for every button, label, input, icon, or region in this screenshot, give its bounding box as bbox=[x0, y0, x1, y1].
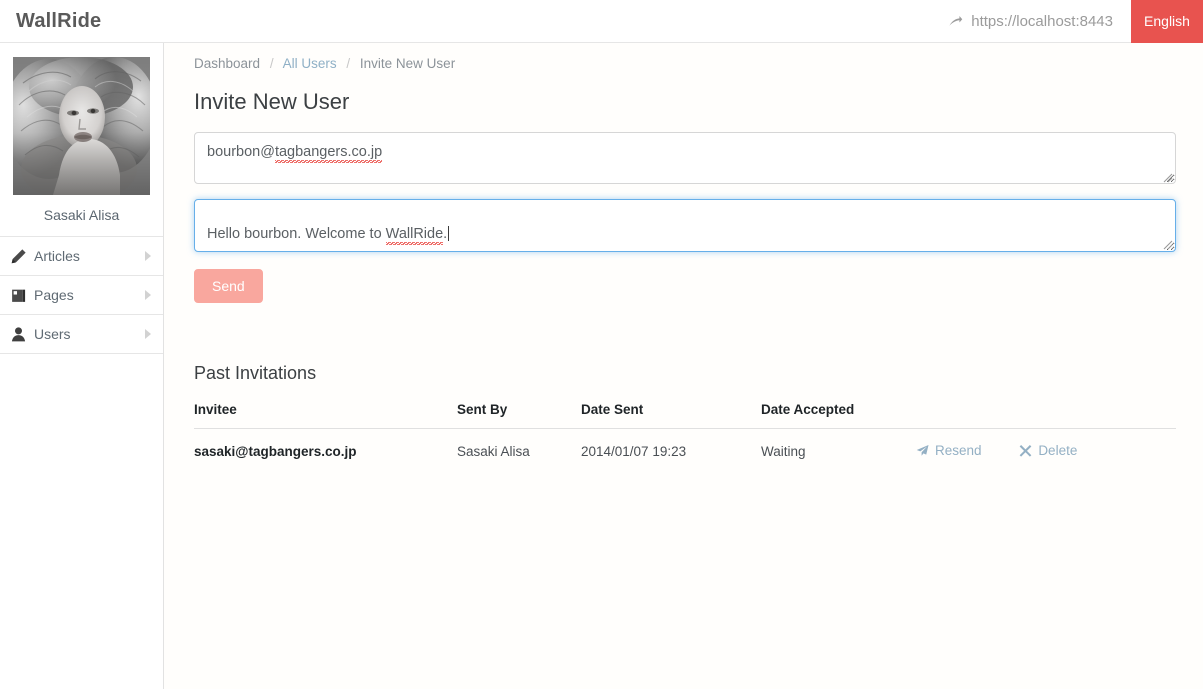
breadcrumb-separator: / bbox=[346, 56, 351, 71]
cell-date-sent: 2014/01/07 19:23 bbox=[581, 444, 687, 459]
sidebar-item-pages[interactable]: Pages bbox=[0, 276, 163, 315]
send-invite-button[interactable]: Send bbox=[194, 269, 263, 303]
invitee-email-input[interactable] bbox=[194, 132, 1176, 184]
past-invitations-title: Past Invitations bbox=[194, 363, 317, 383]
sidebar-item-label: Users bbox=[34, 326, 71, 342]
main-content: Dashboard / All Users / Invite New User … bbox=[165, 43, 1203, 689]
cell-row-actions: Resend Delete bbox=[916, 429, 1176, 474]
table-header-row: Invitee Sent By Date Sent Date Accepted bbox=[194, 402, 1176, 429]
email-field-wrapper: bourbon@tagbangers.co.jp bbox=[194, 132, 1176, 184]
header-right-group: https://localhost:8443 English bbox=[948, 0, 1203, 43]
breadcrumb: Dashboard / All Users / Invite New User bbox=[165, 43, 1203, 71]
breadcrumb-dashboard[interactable]: Dashboard bbox=[194, 56, 260, 71]
past-invitations-table: Invitee Sent By Date Sent Date Accepted … bbox=[194, 402, 1176, 473]
delete-invitation-link[interactable]: Delete bbox=[1019, 443, 1077, 458]
invite-message-input[interactable] bbox=[194, 199, 1176, 252]
invite-form: bourbon@tagbangers.co.jp Hello bourbon. … bbox=[194, 132, 1176, 252]
avatar[interactable] bbox=[13, 57, 150, 195]
site-url-text: https://localhost:8443 bbox=[971, 12, 1113, 30]
language-switch-button[interactable]: English bbox=[1131, 0, 1203, 43]
column-header-actions bbox=[916, 402, 1176, 429]
site-url-link[interactable]: https://localhost:8443 bbox=[948, 0, 1131, 43]
sidebar-item-users[interactable]: Users bbox=[0, 315, 163, 354]
app-root: WallRide https://localhost:8443 English bbox=[0, 0, 1203, 689]
share-arrow-icon bbox=[948, 14, 963, 29]
paper-plane-icon bbox=[916, 444, 929, 457]
column-header-date-sent: Date Sent bbox=[581, 402, 761, 429]
cell-invitee: sasaki@tagbangers.co.jp bbox=[194, 444, 357, 459]
column-header-invitee: Invitee bbox=[194, 402, 457, 429]
page-title: Invite New User bbox=[194, 89, 350, 114]
sidebar-item-label: Pages bbox=[34, 287, 74, 303]
cell-date-accepted: Waiting bbox=[761, 444, 806, 459]
avatar-container bbox=[0, 43, 163, 195]
chevron-right-icon bbox=[145, 290, 151, 300]
breadcrumb-separator: / bbox=[269, 56, 274, 71]
breadcrumb-current: Invite New User bbox=[359, 56, 456, 71]
sidebar-item-label: Articles bbox=[34, 248, 80, 264]
chevron-right-icon bbox=[145, 251, 151, 261]
column-header-sent-by: Sent By bbox=[457, 402, 581, 429]
profile-name: Sasaki Alisa bbox=[0, 195, 163, 237]
table-row: sasaki@tagbangers.co.jp Sasaki Alisa 201… bbox=[194, 429, 1176, 474]
breadcrumb-all-users[interactable]: All Users bbox=[283, 56, 337, 71]
cell-sent-by: Sasaki Alisa bbox=[457, 444, 530, 459]
app-brand-title: WallRide bbox=[16, 9, 102, 32]
chevron-right-icon bbox=[145, 329, 151, 339]
book-icon bbox=[10, 287, 27, 304]
sidebar-item-articles[interactable]: Articles bbox=[0, 237, 163, 276]
message-field-wrapper: Hello bourbon. Welcome to WallRide. bbox=[194, 199, 1176, 252]
pencil-icon bbox=[10, 248, 27, 265]
times-icon bbox=[1019, 444, 1032, 457]
person-icon bbox=[10, 326, 27, 343]
sidebar: Sasaki Alisa Articles Pages Users bbox=[0, 43, 164, 689]
top-header: WallRide https://localhost:8443 English bbox=[0, 0, 1203, 43]
resend-invitation-link[interactable]: Resend bbox=[916, 443, 982, 458]
column-header-date-accepted: Date Accepted bbox=[761, 402, 916, 429]
resend-label: Resend bbox=[935, 443, 982, 458]
delete-label: Delete bbox=[1038, 443, 1078, 458]
